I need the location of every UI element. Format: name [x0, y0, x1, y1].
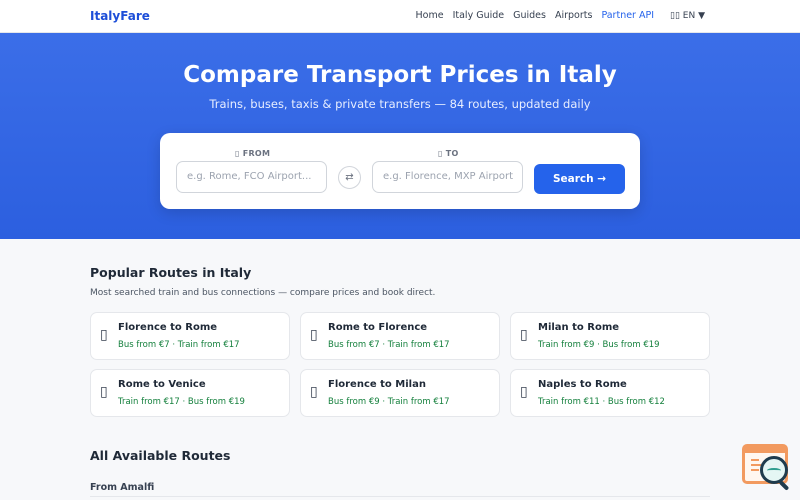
nav-guides[interactable]: Guides	[513, 10, 546, 21]
magnifier-icon	[760, 456, 788, 484]
route-title: Naples to Rome	[538, 379, 627, 390]
to-label: ▯ TO	[438, 149, 459, 158]
from-label: ▯ FROM	[235, 149, 271, 158]
swap-icon[interactable]: ⇄	[338, 166, 361, 189]
nav-italy-guide[interactable]: Italy Guide	[453, 10, 505, 21]
route-title: Florence to Rome	[118, 322, 218, 333]
hero-subtitle: Trains, buses, taxis & private transfers…	[209, 97, 591, 111]
popular-routes-title: Popular Routes in Italy	[90, 265, 252, 280]
divider	[90, 496, 710, 497]
popular-routes-subtitle: Most searched train and bus connections …	[90, 288, 436, 298]
route-title: Rome to Venice	[118, 379, 206, 390]
to-input[interactable]: e.g. Florence, MXP Airport	[372, 161, 523, 193]
route-card[interactable]: ▯ Milan to Rome Train from €9 · Bus from…	[510, 312, 710, 360]
site-logo[interactable]: ItalyFare	[90, 9, 150, 23]
route-icon: ▯	[520, 384, 528, 400]
hero-banner: Compare Transport Prices in Italy Trains…	[0, 33, 800, 239]
route-price: Train from €17 · Bus from €19	[118, 397, 245, 407]
hero-title: Compare Transport Prices in Italy	[183, 62, 617, 88]
route-icon: ▯	[100, 384, 108, 400]
nav-airports[interactable]: Airports	[555, 10, 592, 21]
route-title: Rome to Florence	[328, 322, 428, 333]
route-group-heading: From Amalfi	[90, 482, 155, 493]
route-card[interactable]: ▯ Rome to Florence Bus from €7 · Train f…	[300, 312, 500, 360]
route-icon: ▯	[310, 327, 318, 343]
language-selector[interactable]: ▯▯ EN ▼	[670, 11, 705, 21]
magnifier-handle	[778, 480, 790, 491]
route-search-form: ▯ FROM e.g. Rome, FCO Airport... ⇄ ▯ TO e.…	[160, 133, 640, 209]
route-price: Train from €9 · Bus from €19	[538, 340, 660, 350]
route-icon: ▯	[100, 327, 108, 343]
search-button[interactable]: Search →	[534, 164, 625, 194]
pin-icon: ▯	[235, 149, 240, 158]
route-icon: ▯	[520, 327, 528, 343]
route-card[interactable]: ▯ Rome to Venice Train from €17 · Bus fr…	[90, 369, 290, 417]
route-price: Bus from €9 · Train from €17	[328, 397, 450, 407]
language-label: EN ▼	[682, 10, 705, 21]
route-price: Train from €11 · Bus from €12	[538, 397, 665, 407]
route-icon: ▯	[310, 384, 318, 400]
all-routes-title: All Available Routes	[90, 448, 231, 463]
route-card[interactable]: ▯ Naples to Rome Train from €11 · Bus fr…	[510, 369, 710, 417]
route-title: Milan to Rome	[538, 322, 620, 333]
top-navbar: ItalyFare Home Italy Guide Guides Airpor…	[0, 0, 800, 33]
main-nav: Home Italy Guide Guides Airports Partner…	[407, 10, 705, 21]
from-input[interactable]: e.g. Rome, FCO Airport...	[176, 161, 327, 193]
route-title: Florence to Milan	[328, 379, 426, 390]
nav-home[interactable]: Home	[416, 10, 444, 21]
flag-icon: ▯▯	[670, 10, 680, 21]
flag-icon: ▯	[438, 149, 443, 158]
nav-partner-api[interactable]: Partner API	[601, 10, 654, 21]
route-card[interactable]: ▯ Florence to Rome Bus from €7 · Train f…	[90, 312, 290, 360]
chat-widget-icon[interactable]	[742, 444, 790, 491]
route-price: Bus from €7 · Train from €17	[328, 340, 450, 350]
route-card[interactable]: ▯ Florence to Milan Bus from €9 · Train …	[300, 369, 500, 417]
route-price: Bus from €7 · Train from €17	[118, 340, 240, 350]
